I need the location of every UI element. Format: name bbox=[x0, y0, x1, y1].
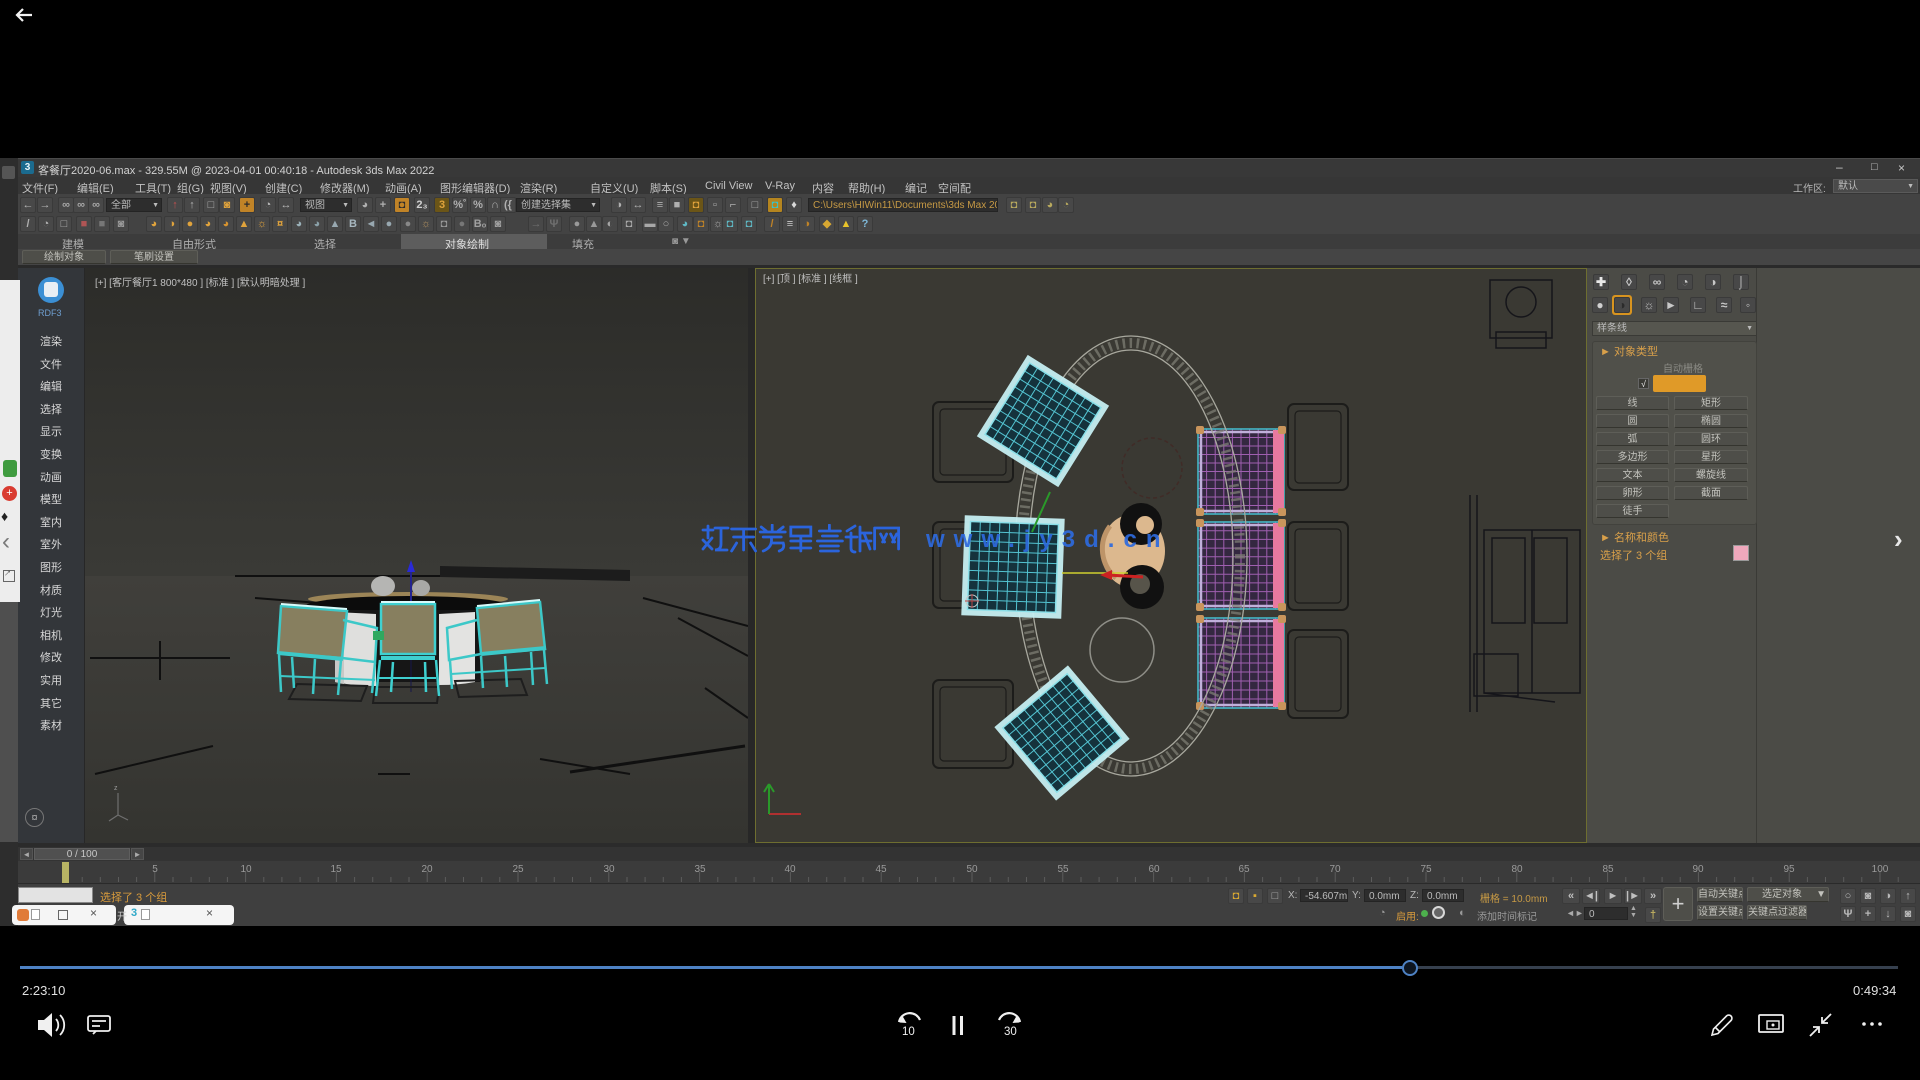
svg-text:10: 10 bbox=[902, 1026, 915, 1038]
svg-text:30: 30 bbox=[1004, 1026, 1017, 1038]
